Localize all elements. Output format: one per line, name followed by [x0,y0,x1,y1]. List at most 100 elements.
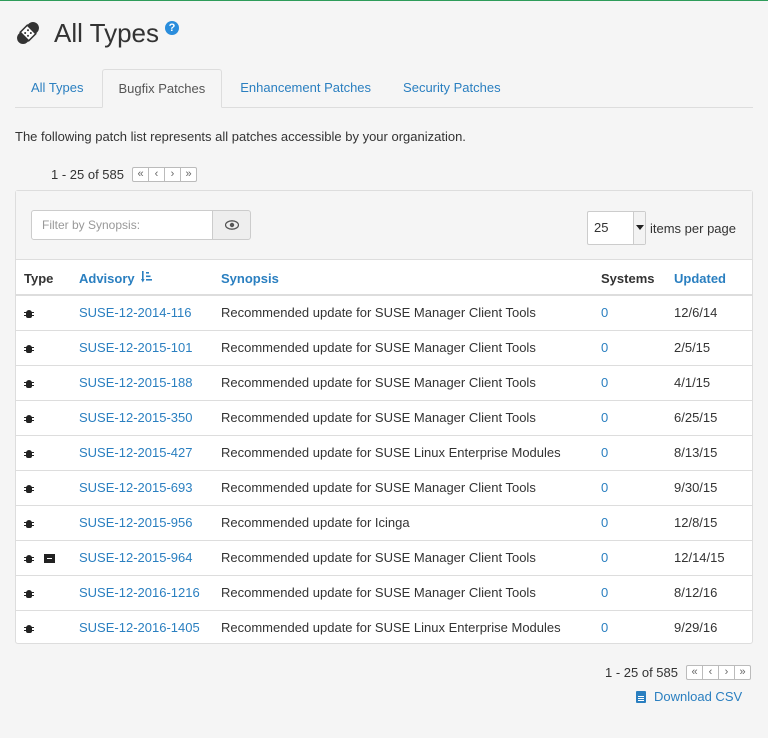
chevron-down-icon [633,212,645,244]
advisory-link[interactable]: SUSE-12-2015-350 [79,410,192,425]
synopsis-filter-input[interactable] [31,210,213,240]
download-csv-label: Download CSV [654,689,743,704]
next-page-button-bottom[interactable]: › [718,665,735,680]
synopsis-cell: Recommended update for SUSE Manager Clie… [221,539,601,575]
intro-text: The following patch list represents all … [15,129,466,144]
updated-cell: 9/30/15 [674,469,752,505]
first-page-button-bottom[interactable]: « [686,665,703,680]
bug-icon [24,588,34,599]
advisory-link[interactable]: SUSE-12-2016-1216 [79,585,200,600]
synopsis-cell: Recommended update for SUSE Linux Enterp… [221,434,601,470]
table-row: SUSE-12-2014-116 Recommended update for S… [16,295,752,330]
advisory-link[interactable]: SUSE-12-2015-693 [79,480,192,495]
items-per-page-label: items per page [650,221,736,236]
patch-type-tabs: All Types Bugfix Patches Enhancement Pat… [15,69,753,108]
bug-icon [24,413,34,424]
sort-ascending-icon [140,270,152,286]
synopsis-cell: Recommended update for SUSE Manager Clie… [221,399,601,435]
panel-toolbar: 25 items per page [16,191,752,260]
bug-icon [24,483,34,494]
systems-link[interactable]: 0 [601,375,608,390]
tab-bugfix-patches[interactable]: Bugfix Patches [101,69,223,108]
updated-cell: 12/6/14 [674,305,718,321]
next-page-button[interactable]: › [164,167,181,182]
filter-button[interactable] [212,210,251,240]
systems-link[interactable]: 0 [601,620,608,635]
updated-cell: 8/12/16 [674,574,752,610]
systems-link[interactable]: 0 [601,305,608,320]
type-cell [16,574,79,610]
systems-link[interactable]: 0 [601,550,608,565]
synopsis-cell: Recommended update for SUSE Manager Clie… [221,574,601,610]
patch-table: Type Advisory Synopsis Systems Updated S… [16,260,752,645]
table-row: SUSE-12-2015-427 Recommended update for S… [16,434,752,470]
advisory-link[interactable]: SUSE-12-2015-101 [79,340,192,355]
page-header: All Types [14,15,159,51]
tab-all-types[interactable]: All Types [15,69,100,107]
type-cell [16,364,79,400]
patch-list-panel: 25 items per page Type Advisory Synopsis… [15,190,753,645]
synopsis-cell: Recommended update for SUSE Manager Clie… [221,329,601,365]
tab-enhancement-patches[interactable]: Enhancement Patches [224,69,387,107]
bottom-pagination: 1 - 25 of 585 « ‹ › » [605,665,751,680]
synopsis-cell: Recommended update for Icinga [221,504,601,540]
last-page-button-bottom[interactable]: » [734,665,751,680]
table-header-row: Type Advisory Synopsis Systems Updated [16,260,752,296]
systems-link[interactable]: 0 [601,515,608,530]
items-per-page-select[interactable]: 25 [587,211,646,245]
table-row: SUSE-12-2016-1216 Recommended update for … [16,574,752,610]
updated-cell: 12/8/15 [674,504,752,540]
top-pagination: 1 - 25 of 585 « ‹ › » [51,167,197,182]
type-cell [16,399,79,435]
table-row: SUSE-12-2015-188 Recommended update for S… [16,364,752,400]
download-csv-link[interactable]: Download CSV [636,689,742,704]
bug-icon [24,378,34,389]
pagination-range-bottom: 1 - 25 of 585 [605,665,678,680]
advisory-link[interactable]: SUSE-12-2015-427 [79,445,192,460]
last-page-button[interactable]: » [180,167,197,182]
first-page-button[interactable]: « [132,167,149,182]
column-header-synopsis[interactable]: Synopsis [221,260,601,296]
table-row: SUSE-12-2015-101 Recommended update for S… [16,329,752,365]
page-title: All Types [54,17,160,48]
table-row: SUSE-12-2015-964 Recommended update for S… [16,539,752,575]
eye-icon [224,217,239,233]
advisory-link[interactable]: SUSE-12-2014-116 [79,305,192,320]
bug-icon [24,518,34,529]
file-icon [636,690,646,703]
updated-cell: 4/1/15 [674,364,752,400]
archive-icon [44,554,55,564]
updated-cell: 9/29/16 [674,609,752,645]
type-cell [16,469,79,505]
advisory-link[interactable]: SUSE-12-2015-956 [79,515,192,530]
advisory-link[interactable]: SUSE-12-2015-964 [79,550,192,565]
synopsis-cell: Recommended update for SUSE Manager Clie… [221,305,536,321]
systems-link[interactable]: 0 [601,410,608,425]
systems-link[interactable]: 0 [601,480,608,495]
bug-icon [24,448,34,459]
type-cell [16,539,79,575]
advisory-header-label: Advisory [79,270,135,286]
bug-icon [24,308,34,319]
column-header-updated[interactable]: Updated [674,260,752,296]
systems-link[interactable]: 0 [601,340,608,355]
prev-page-button-bottom[interactable]: ‹ [702,665,719,680]
table-row: SUSE-12-2015-693 Recommended update for S… [16,469,752,505]
advisory-link[interactable]: SUSE-12-2015-188 [79,375,192,390]
table-row: SUSE-12-2016-1405 Recommended update for … [16,609,752,645]
prev-page-button[interactable]: ‹ [148,167,165,182]
systems-link[interactable]: 0 [601,585,608,600]
tab-security-patches[interactable]: Security Patches [387,69,517,107]
bandaid-icon [14,19,42,47]
help-icon[interactable]: ? [165,21,179,35]
column-header-systems: Systems [601,260,674,296]
updated-cell: 6/25/15 [674,399,752,435]
type-cell [16,504,79,540]
updated-cell: 8/13/15 [674,434,752,470]
synopsis-cell: Recommended update for SUSE Manager Clie… [221,364,601,400]
systems-link[interactable]: 0 [601,445,608,460]
table-row: SUSE-12-2015-350 Recommended update for S… [16,399,752,435]
column-header-advisory[interactable]: Advisory [79,260,221,296]
advisory-link[interactable]: SUSE-12-2016-1405 [79,620,200,635]
type-cell [16,434,79,470]
